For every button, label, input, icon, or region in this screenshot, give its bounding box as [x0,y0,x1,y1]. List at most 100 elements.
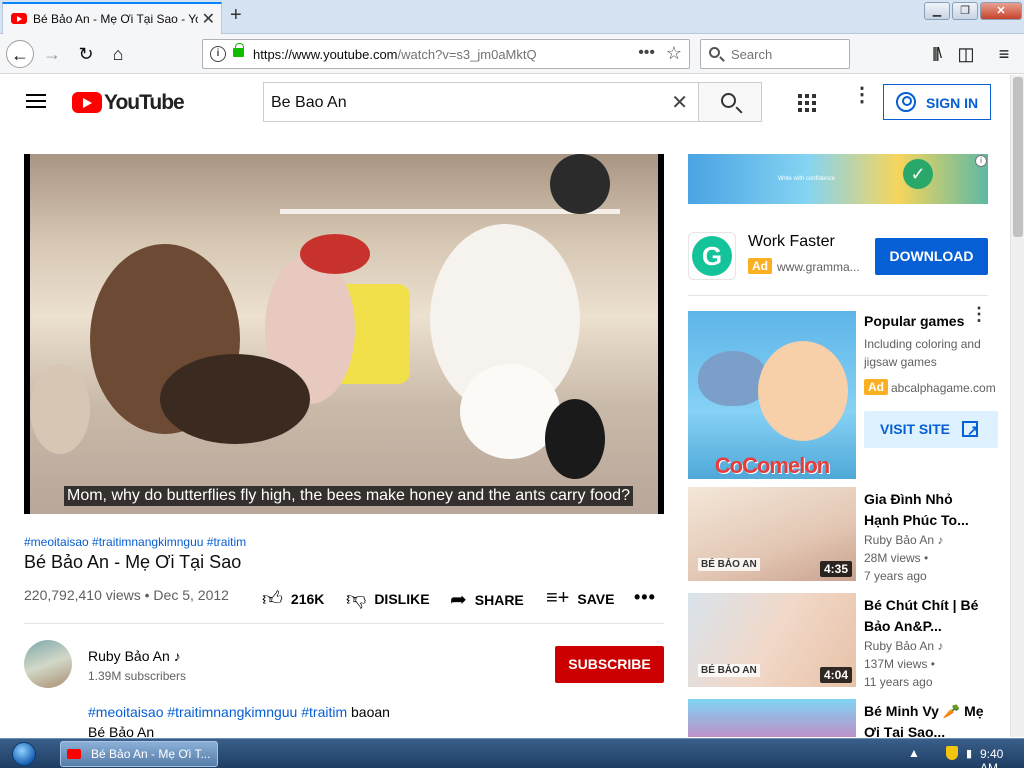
new-tab-button[interactable]: + [230,4,242,27]
recommended-video[interactable]: BÉ BẢO AN 4:04 Bé Chút Chít | Bé Bảo An&… [688,593,988,689]
recommended-title[interactable]: Bé Minh Vy 🥕 Mẹ Ơi Tại Sao... [864,701,984,737]
thumbs-down-icon: 👎︎ [346,588,367,610]
dislike-label: DISLIKE [374,591,430,607]
clear-search-icon[interactable]: ✕ [671,90,688,115]
apps-grid-icon[interactable] [798,94,816,112]
browser-tab-active[interactable]: Bé Bảo An - Mẹ Ơi Tại Sao - You ✕ [2,2,222,34]
channel-name[interactable]: Ruby Bảo An ♪ [88,648,181,664]
ad-title[interactable]: Work Faster [748,233,835,251]
browser-navbar: ← → ↻ ⌂ i https://www.youtube.com/watch?… [0,34,1024,74]
ad-url[interactable]: abcalphagame.com [891,381,996,395]
settings-more-icon[interactable]: ⋮ [852,85,872,105]
small-bear [30,364,90,454]
save-label: SAVE [577,590,615,607]
channel-avatar[interactable] [24,640,72,688]
video-hashtags[interactable]: #meoitaisao #traitimnangkimnguu #traitim [24,535,246,549]
back-arrow-icon[interactable]: ← [6,40,34,68]
video-duration: 4:35 [819,561,852,577]
share-arrow-icon: ➦ [450,589,467,611]
dark-plush [160,354,310,444]
youtube-wordmark[interactable]: YouTube [104,91,185,115]
recommended-title[interactable]: Gia Đình Nhỏ Hạnh Phúc To... [864,489,984,531]
url-text[interactable]: https://www.youtube.com/watch?v=s3_jm0aM… [253,47,537,62]
ad-banner[interactable]: Write with confidence ✓ [688,154,988,204]
search-query[interactable]: Be Bao An [271,94,347,112]
youtube-favicon-icon [67,749,81,759]
sidebar-toggle-icon[interactable]: ◫ [952,40,980,68]
browser-search-placeholder: Search [731,47,773,62]
search-icon [721,93,736,108]
recommended-channel[interactable]: Ruby Bảo An ♪ [864,639,943,653]
tray-expand-icon[interactable]: ▲ [908,746,920,760]
recommended-video[interactable]: BÉ BẢO AN 4:35 Gia Đình Nhỏ Hạnh Phúc To… [688,487,988,583]
recommended-channel[interactable]: Ruby Bảo An ♪ [864,533,943,547]
recommended-video[interactable]: Bé Minh Vy 🥕 Mẹ Ơi Tại Sao... [688,699,988,737]
youtube-search-button[interactable] [698,82,762,122]
red-toy [300,234,370,274]
video-thumbnail[interactable]: BÉ BẢO AN 4:04 [688,593,856,687]
divider [24,623,664,624]
thumbnail-tag: BÉ BẢO AN [698,558,760,571]
youtube-logo-icon[interactable] [72,92,102,113]
browser-search-input[interactable]: Search [700,39,850,69]
video-player[interactable]: Mom, why do butterflies fly high, the be… [24,154,664,514]
url-path: /watch?v=s3_jm0aMktQ [397,47,537,62]
url-domain: https://www.youtube.com [253,47,398,62]
network-icon[interactable]: ▮ [966,747,972,760]
description-hashtags[interactable]: #meoitaisao #traitimnangkimnguu #traitim… [88,704,390,720]
sign-in-button[interactable]: SIGN IN [883,84,991,120]
dislike-button[interactable]: 👎︎ DISLIKE [346,587,430,611]
hamburger-menu-icon[interactable]: ≡ [990,40,1018,68]
recommended-views: 137M views • [864,657,935,671]
scrollbar-thumb[interactable] [1013,77,1023,237]
youtube-page: YouTube Be Bao An ✕ ⋮ SIGN IN Mom, why d… [0,75,1010,737]
like-button[interactable]: 👍︎ 216K [262,587,324,611]
start-button[interactable] [4,740,44,768]
grammarly-logo-icon[interactable] [688,232,736,280]
tab-title: Bé Bảo An - Mẹ Ơi Tại Sao - You [33,12,198,26]
ad-thumbnail[interactable]: CoComelon [688,311,856,479]
external-link-icon [962,412,979,449]
youtube-search-input[interactable]: Be Bao An ✕ [263,82,698,122]
taskbar-firefox-window[interactable]: Bé Bảo An - Mẹ Ơi T... [60,741,218,767]
reload-icon[interactable]: ↻ [72,40,100,68]
recommended-title[interactable]: Bé Chút Chít | Bé Bảo An&P... [864,595,984,637]
guide-menu-icon[interactable] [26,94,46,108]
close-tab-icon[interactable]: ✕ [202,9,215,29]
home-icon[interactable]: ⌂ [104,40,132,68]
penguin-plush [545,399,605,479]
site-info-icon[interactable]: i [210,46,226,62]
visit-site-button[interactable]: VISIT SITE [864,411,998,449]
bookmark-star-icon[interactable]: ☆ [666,43,682,64]
ad-menu-icon[interactable]: ⋮ [970,305,988,323]
forward-arrow-icon[interactable]: → [38,40,66,68]
windows-logo-icon [12,742,36,766]
close-window-button[interactable]: ✕ [980,2,1022,20]
lock-icon [233,43,244,57]
maximize-button[interactable]: ❐ [952,2,978,20]
channel-name-text: Ruby Bảo An [88,648,170,664]
recommended-age: 11 years ago [864,675,933,689]
library-icon[interactable]: |||\ [922,40,950,68]
ad-badge: Ad [864,379,888,395]
ad-info-icon[interactable]: i [975,155,987,167]
save-button[interactable]: ≡+ SAVE [546,587,614,610]
subscribe-button[interactable]: SUBSCRIBE [555,646,664,683]
share-button[interactable]: ➦ SHARE [450,587,524,612]
security-shield-icon[interactable] [946,746,958,760]
video-views-date: 220,792,410 views • Dec 5, 2012 [24,587,229,603]
taskbar-window-label: Bé Bảo An - Mẹ Ơi T... [91,747,211,761]
download-button[interactable]: DOWNLOAD [875,238,988,275]
video-thumbnail[interactable] [688,699,856,737]
more-actions-button[interactable]: ••• [634,587,656,608]
video-duration: 4:04 [819,667,852,683]
page-actions-icon[interactable]: ••• [638,44,655,62]
ad-title[interactable]: Popular games [864,313,964,329]
description-tags-text[interactable]: #meoitaisao #traitimnangkimnguu #traitim [88,704,347,720]
page-scrollbar[interactable] [1010,75,1024,737]
minimize-button[interactable]: ▁ [924,2,950,20]
address-bar[interactable]: i https://www.youtube.com/watch?v=s3_jm0… [202,39,690,69]
taskbar-clock[interactable]: 9:40 AM [980,747,1024,768]
ad-url[interactable]: www.gramma... [777,260,860,274]
video-thumbnail[interactable]: BÉ BẢO AN 4:35 [688,487,856,581]
